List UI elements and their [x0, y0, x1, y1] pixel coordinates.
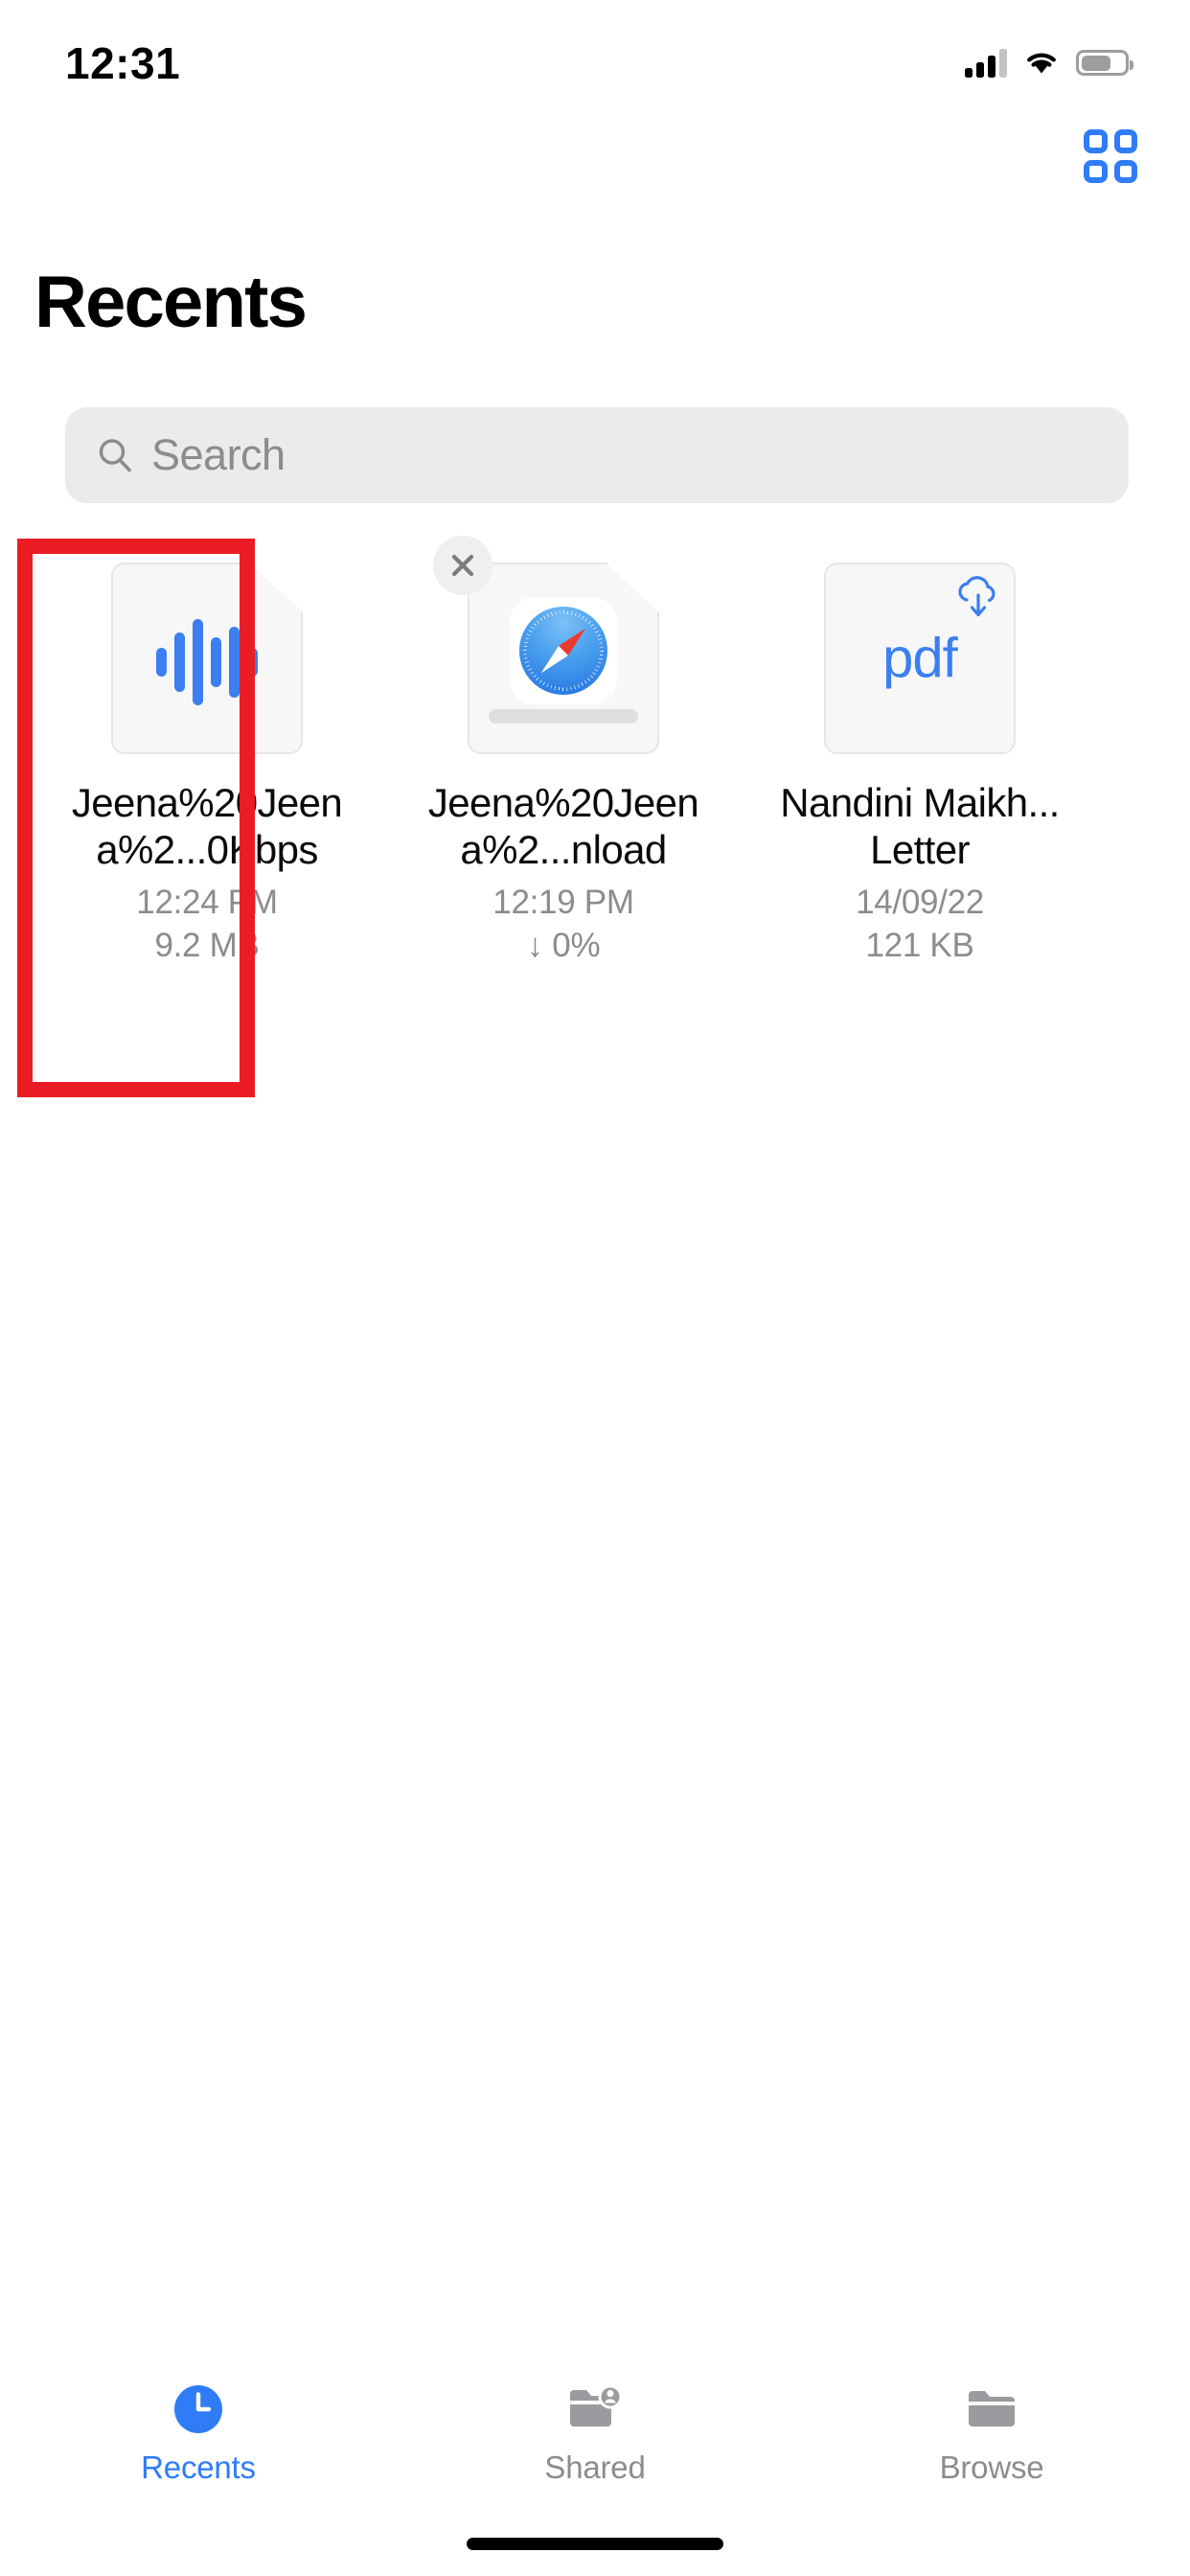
tab-shared[interactable]: Shared: [451, 2380, 739, 2486]
file-size: 9.2 MB: [154, 927, 260, 964]
battery-icon: [1076, 50, 1133, 76]
download-progress-label: ↓ 0%: [526, 927, 601, 964]
pdf-file-icon: pdf: [882, 627, 958, 690]
file-thumbnail: [111, 563, 303, 754]
file-date: 12:19 PM: [492, 884, 634, 921]
clock-icon: [171, 2380, 226, 2438]
cellular-signal-icon: [965, 48, 1007, 78]
file-name: Nandini Maikh...Letter: [780, 780, 1060, 872]
home-indicator: [467, 2538, 723, 2550]
navigation-bar: [0, 110, 1190, 202]
page-title: Recents: [34, 262, 308, 343]
wifi-icon: [1027, 53, 1056, 73]
file-name: Jeena%20Jeena%2...0Kbps: [71, 780, 343, 872]
file-tile-pdf[interactable]: pdf Nandini Maikh...Letter 14/09/22 121 …: [742, 532, 1098, 967]
file-tile-audio[interactable]: Jeena%20Jeena%2...0Kbps 12:24 PM 9.2 MB: [29, 532, 385, 967]
folder-icon: [965, 2380, 1018, 2438]
shared-folder-icon: [565, 2380, 625, 2438]
file-date: 14/09/22: [856, 884, 984, 921]
tab-browse[interactable]: Browse: [848, 2380, 1135, 2486]
grid-view-icon[interactable]: [1084, 129, 1137, 183]
tab-recents[interactable]: Recents: [55, 2380, 342, 2486]
file-date: 12:24 PM: [136, 884, 278, 921]
download-progress-bar: [489, 709, 638, 724]
file-size: 121 KB: [865, 927, 974, 964]
safari-compass-icon: [510, 597, 617, 704]
file-grid: Jeena%20Jeena%2...0Kbps 12:24 PM 9.2 MB: [0, 532, 1190, 967]
file-thumbnail: pdf: [824, 563, 1016, 754]
status-bar-indicators: [965, 48, 1133, 78]
tab-bar: Recents Shared Browse: [0, 2354, 1190, 2576]
tab-label: Recents: [141, 2450, 256, 2485]
search-placeholder: Search: [151, 430, 286, 479]
tab-label: Browse: [939, 2450, 1044, 2485]
close-icon[interactable]: [433, 536, 492, 595]
search-input[interactable]: Search: [65, 407, 1129, 503]
file-name: Jeena%20Jeena%2...nload: [427, 780, 699, 872]
file-thumbnail: [433, 536, 659, 754]
tab-label: Shared: [544, 2450, 646, 2485]
icloud-download-icon[interactable]: [954, 576, 1002, 620]
search-icon: [99, 439, 131, 472]
audio-waveform-icon: [111, 619, 303, 705]
file-tile-download[interactable]: Jeena%20Jeena%2...nload 12:19 PM ↓ 0%: [385, 532, 742, 967]
status-bar: 12:31: [0, 0, 1190, 110]
status-bar-time: 12:31: [65, 37, 181, 88]
